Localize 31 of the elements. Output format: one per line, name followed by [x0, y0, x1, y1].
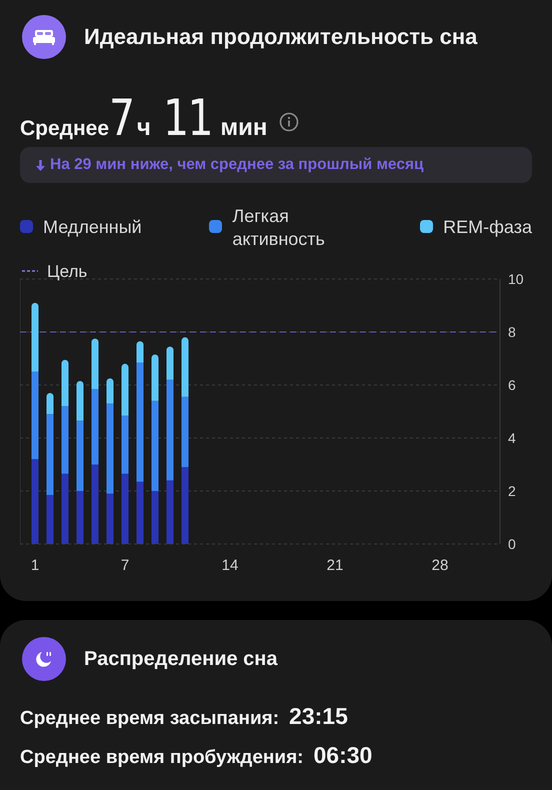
legend-label: Легкая активность: [232, 205, 326, 251]
y-tick-label: 4: [508, 430, 516, 446]
minutes-value: 11: [162, 89, 212, 147]
x-tick-label: 21: [326, 557, 344, 574]
x-tick-label: 1: [30, 557, 40, 574]
stat-value: 06:30: [314, 742, 372, 769]
comparison-text: На 29 мин ниже, чем среднее за прошлый месяц: [50, 156, 424, 174]
card-title: Идеальная продолжительность сна: [84, 24, 478, 50]
moon-icon: [22, 637, 66, 681]
stat-label: Среднее время засыпания:: [20, 708, 280, 730]
card-title: Распределение сна: [84, 648, 278, 670]
y-tick-label: 0: [508, 536, 516, 552]
y-tick-label: 10: [508, 271, 524, 287]
y-tick-label: 6: [508, 377, 516, 393]
hours-value: 7: [109, 89, 134, 147]
average-label: Среднее: [20, 117, 110, 141]
stat-value: 23:15: [289, 703, 348, 730]
x-tick-label: 28: [432, 557, 448, 574]
down-arrow-icon: [36, 160, 45, 170]
info-icon[interactable]: [279, 112, 300, 132]
legend-label: REM-фаза: [443, 216, 532, 239]
x-tick-label: 14: [222, 557, 238, 574]
y-tick-label: 8: [508, 324, 516, 340]
hours-unit: ч: [136, 114, 151, 142]
y-tick-label: 2: [508, 483, 516, 499]
bed-icon: [22, 15, 66, 59]
minutes-unit: мин: [220, 114, 268, 142]
stat-label: Среднее время пробуждения:: [20, 747, 304, 769]
legend-label: Медленный: [43, 216, 142, 239]
goal-legend-label: Цель: [47, 262, 88, 281]
x-tick-label: 7: [120, 557, 130, 574]
